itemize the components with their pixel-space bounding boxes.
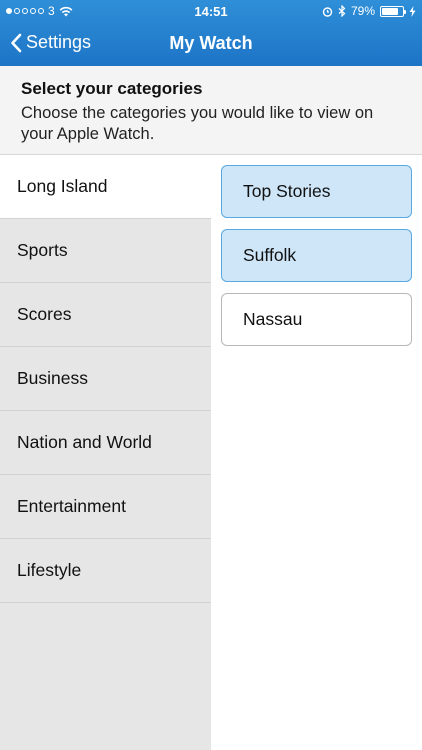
category-item-lifestyle[interactable]: Lifestyle [0, 539, 211, 603]
category-label: Long Island [17, 176, 108, 196]
category-item-business[interactable]: Business [0, 347, 211, 411]
subcategory-toggle-suffolk[interactable]: Suffolk [221, 229, 412, 282]
category-item-nation-and-world[interactable]: Nation and World [0, 411, 211, 475]
charging-bolt-icon [409, 5, 416, 17]
navigation-bar: Settings My Watch [0, 22, 422, 66]
category-item-scores[interactable]: Scores [0, 283, 211, 347]
category-item-sports[interactable]: Sports [0, 219, 211, 283]
subcategory-label: Nassau [243, 309, 303, 329]
category-label: Scores [17, 304, 72, 324]
alarm-clock-icon [322, 6, 333, 17]
subcategory-toggle-top-stories[interactable]: Top Stories [221, 165, 412, 218]
subcategory-label: Top Stories [243, 181, 331, 201]
subcategory-toggle-nassau[interactable]: Nassau [221, 293, 412, 346]
page-title: My Watch [169, 33, 253, 53]
category-item-long-island[interactable]: Long Island [0, 155, 211, 219]
category-label: Business [17, 368, 89, 388]
category-label: Lifestyle [17, 560, 82, 580]
battery-icon [380, 5, 406, 17]
status-bar: 3 14:51 79% [0, 0, 422, 22]
bluetooth-icon [338, 5, 346, 17]
section-title: Select your categories [21, 79, 203, 98]
subcategory-list: Top Stories Suffolk Nassau [211, 155, 422, 750]
category-list: Long Island Sports Scores Business Natio… [0, 155, 211, 750]
category-label: Nation and World [17, 432, 152, 452]
battery-percent: 79% [350, 4, 375, 18]
section-description: Choose the categories you would like to … [21, 104, 374, 143]
category-label: Sports [17, 240, 68, 260]
category-label: Entertainment [17, 496, 126, 516]
battery-level [382, 7, 398, 15]
status-right: 79% [322, 4, 416, 18]
instructions-header: Select your categories Choose the catego… [0, 66, 422, 155]
category-item-entertainment[interactable]: Entertainment [0, 475, 211, 539]
subcategory-label: Suffolk [243, 245, 297, 265]
top-bar: 3 14:51 79% Settings My Watch [0, 0, 422, 66]
